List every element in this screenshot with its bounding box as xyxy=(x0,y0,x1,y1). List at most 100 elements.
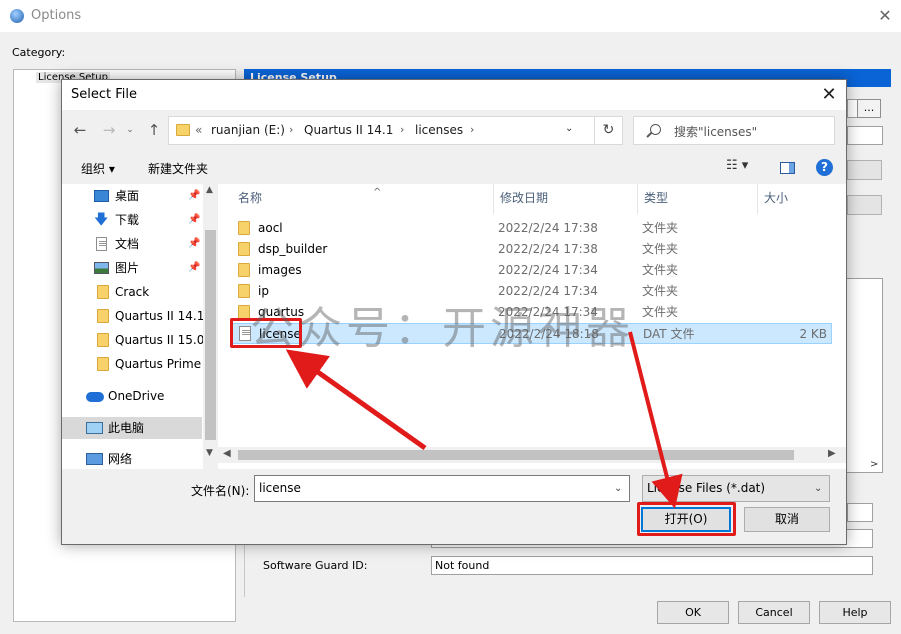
column-header-name[interactable]: 名称 ^ xyxy=(232,184,494,214)
file-type: 文件夹 xyxy=(642,242,679,256)
file-row-dsp-builder[interactable]: dsp_builder 2022/2/24 17:38 文件夹 xyxy=(232,239,832,260)
organize-button[interactable]: 组织 ▾ xyxy=(81,160,115,177)
help-icon[interactable]: ? xyxy=(816,159,833,176)
folder-icon xyxy=(97,309,109,323)
hscroll-thumb[interactable] xyxy=(238,450,794,460)
document-icon xyxy=(96,237,107,251)
options-button-2[interactable] xyxy=(847,195,882,215)
nav-item-label: Quartus II 15.0 xyxy=(115,333,205,347)
address-bar[interactable]: « ruanjian (E:) › Quartus II 14.1 › lice… xyxy=(168,116,620,145)
scroll-right-icon[interactable]: > xyxy=(870,459,878,470)
scroll-down-icon[interactable]: ▼ xyxy=(206,448,213,458)
file-date: 2022/2/24 17:38 xyxy=(498,221,598,235)
address-dropdown-icon[interactable]: ⌄ xyxy=(565,123,573,134)
filename-label: 文件名(N): xyxy=(191,484,250,498)
nav-item-label: 文档 xyxy=(115,237,140,251)
back-arrow-icon[interactable]: ← xyxy=(70,120,90,140)
filename-dropdown-icon[interactable]: ⌄ xyxy=(614,483,622,494)
download-icon: 🡇 xyxy=(94,212,109,228)
nav-item-label: 网络 xyxy=(108,452,133,466)
folder-icon xyxy=(238,284,250,298)
nav-item-label: 下载 xyxy=(115,213,140,227)
options-field-2 xyxy=(847,126,883,145)
file-name: aocl xyxy=(258,221,283,235)
scroll-left-icon[interactable]: ◀ xyxy=(223,448,231,459)
search-box[interactable]: 搜索"licenses" xyxy=(633,116,835,145)
watermark-text: 公众号：开源神器 xyxy=(250,303,634,354)
network-icon xyxy=(86,453,103,465)
dialog-title: Select File xyxy=(71,87,137,102)
folder-icon xyxy=(97,285,109,299)
file-type: 文件夹 xyxy=(642,284,679,298)
up-arrow-icon[interactable]: ↑ xyxy=(144,120,164,140)
column-header-type[interactable]: 类型 xyxy=(638,184,758,214)
nav-scrollbar[interactable]: ▲ ▼ xyxy=(203,184,218,469)
search-input[interactable]: 搜索"licenses" xyxy=(674,123,757,140)
app-globe-icon xyxy=(10,9,24,23)
nav-item-label: OneDrive xyxy=(108,389,165,403)
help-button[interactable]: Help xyxy=(819,601,891,624)
dialog-cancel-button[interactable]: 取消 xyxy=(744,507,830,532)
cloud-icon xyxy=(86,392,104,402)
file-list-hscrollbar[interactable]: ◀ ▶ xyxy=(218,447,846,463)
search-icon xyxy=(650,124,661,135)
refresh-icon[interactable]: ↻ xyxy=(594,116,623,145)
address-prefix[interactable]: « xyxy=(195,123,202,137)
browse-button[interactable]: ... xyxy=(857,99,881,118)
column-header-size[interactable]: 大小 xyxy=(758,184,832,214)
scroll-up-icon[interactable]: ▲ xyxy=(206,185,213,195)
address-chevron-icon[interactable]: › xyxy=(400,123,404,136)
preview-pane-icon[interactable] xyxy=(780,162,795,174)
pin-icon[interactable]: 📌 xyxy=(188,233,200,255)
recent-chevron-icon[interactable]: ⌄ xyxy=(120,120,140,140)
nav-item-network[interactable]: 网络 xyxy=(62,448,202,470)
nav-item-quartus-prime[interactable]: Quartus Prime xyxy=(62,353,202,375)
nav-scroll-thumb[interactable] xyxy=(205,230,216,440)
sort-ascending-icon: ^ xyxy=(373,187,382,198)
column-header-date[interactable]: 修改日期 xyxy=(494,184,638,214)
filetype-dropdown-icon[interactable]: ⌄ xyxy=(814,483,822,494)
nav-item-this-pc[interactable]: 此电脑 xyxy=(62,417,202,439)
file-type: DAT 文件 xyxy=(643,327,695,341)
filetype-select[interactable]: License Files (*.dat) xyxy=(642,475,830,502)
nav-item-label: Crack xyxy=(115,285,150,299)
nav-item-desktop[interactable]: 桌面 📌 xyxy=(62,185,202,207)
nav-item-onedrive[interactable]: OneDrive xyxy=(62,385,202,407)
address-segment-drive[interactable]: ruanjian (E:) xyxy=(211,123,285,137)
folder-icon xyxy=(97,333,109,347)
dialog-close-icon[interactable]: ✕ xyxy=(818,84,840,106)
pin-icon[interactable]: 📌 xyxy=(188,209,200,231)
nav-item-crack[interactable]: Crack xyxy=(62,281,202,303)
view-options-icon[interactable]: ☷ ▾ xyxy=(726,158,748,173)
options-button-1[interactable] xyxy=(847,160,882,180)
nav-item-quartus-15[interactable]: Quartus II 15.0 xyxy=(62,329,205,351)
nav-item-label: Quartus II 14.1 xyxy=(115,309,205,323)
nav-item-pictures[interactable]: 图片 📌 xyxy=(62,257,202,279)
forward-arrow-icon[interactable]: → xyxy=(99,120,119,140)
nav-item-documents[interactable]: 文档 📌 xyxy=(62,233,202,255)
software-guard-value: Not found xyxy=(431,556,873,575)
filename-input[interactable]: license xyxy=(254,475,630,502)
software-guard-label: Software Guard ID: xyxy=(263,559,368,572)
pin-icon[interactable]: 📌 xyxy=(188,257,200,279)
address-segment-licenses[interactable]: licenses xyxy=(415,123,463,137)
address-segment-quartus[interactable]: Quartus II 14.1 xyxy=(304,123,393,137)
address-chevron-icon[interactable]: › xyxy=(289,123,293,136)
dialog-titlebar: Select File ✕ xyxy=(62,80,846,110)
folder-icon xyxy=(97,357,109,371)
options-list xyxy=(845,278,883,473)
nav-item-downloads[interactable]: 🡇 下载 📌 xyxy=(62,209,202,231)
options-cancel-button[interactable]: Cancel xyxy=(738,601,810,624)
column-name-label: 名称 xyxy=(238,191,263,205)
file-row-aocl[interactable]: aocl 2022/2/24 17:38 文件夹 xyxy=(232,218,832,239)
address-chevron-icon[interactable]: › xyxy=(470,123,474,136)
nav-item-quartus-14[interactable]: Quartus II 14.1 xyxy=(62,305,205,327)
options-close-icon[interactable]: ✕ xyxy=(875,6,895,26)
new-folder-button[interactable]: 新建文件夹 xyxy=(148,160,208,177)
scroll-right-icon[interactable]: ▶ xyxy=(828,448,836,459)
pin-icon[interactable]: 📌 xyxy=(188,185,200,207)
ok-button[interactable]: OK xyxy=(657,601,729,624)
file-row-images[interactable]: images 2022/2/24 17:34 文件夹 xyxy=(232,260,832,281)
file-type: 文件夹 xyxy=(642,305,679,319)
file-size: 2 KB xyxy=(799,327,827,341)
